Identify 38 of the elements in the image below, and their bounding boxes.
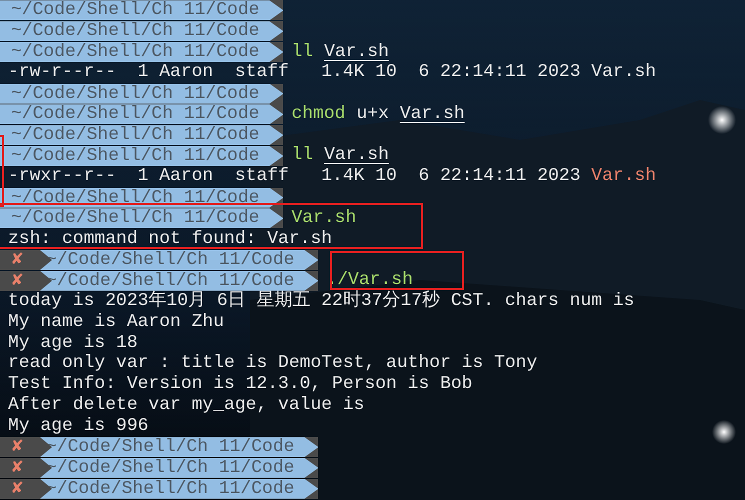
error-mark: ✘ <box>11 458 24 478</box>
prompt-path: ~/Code/Shell/Ch 11/Code <box>40 437 318 458</box>
file-name: Var.sh <box>591 165 656 188</box>
error-mark: ✘ <box>11 437 24 458</box>
output-text: My age is 18 <box>8 332 138 354</box>
output-text: -rw-r--r-- 1 Aaron staff 1.4K 10 6 22:14:11 2023 Var.sh <box>8 61 656 84</box>
error-mark: ✘ <box>11 270 24 291</box>
output-text: After delete var my_age, value is <box>8 394 364 417</box>
prompt-path: ~/Code/Shell/Ch 11/Code <box>40 270 318 291</box>
output-text: zsh: command not found: Var.sh <box>8 228 332 251</box>
output-text: today is 2023年10月 6日 星期五 22时37分17秒 CST. chars num is <box>8 289 634 313</box>
file-name: Var.sh <box>324 40 389 64</box>
command-text: u+x <box>356 102 389 126</box>
output-text: read only var : title is DemoTest, author is Tony <box>8 352 538 375</box>
prompt-path: ~/Code/Shell/Ch 11/Code <box>0 125 284 146</box>
output-text: Test Info: Version is 12.3.0, Person is Bob <box>8 373 472 396</box>
prompt-path: ~/Code/Shell/Ch 11/Code <box>0 42 284 62</box>
command-name: ll <box>291 144 314 168</box>
output-text: -rwxr--r-- 1 Aaron staff 1.4K 10 6 22:14:11 2023 <box>8 165 582 188</box>
prompt-path: ~/Code/Shell/Ch 11/Code <box>0 208 284 228</box>
prompt-path: ~/Code/Shell/Ch 11/Code <box>0 84 284 104</box>
prompt-path: ~/Code/Shell/Ch 11/Code <box>40 250 318 270</box>
error-mark: ✘ <box>11 250 24 270</box>
prompt-path: ~/Code/Shell/Ch 11/Code <box>40 478 318 499</box>
error-mark: ✘ <box>11 478 24 499</box>
file-name: Var.sh <box>400 102 465 126</box>
file-name: Var.sh <box>324 144 389 168</box>
command-name: ./Var.sh <box>326 269 413 290</box>
output-text: My name is Aaron Zhu <box>8 310 224 334</box>
prompt-path: ~/Code/Shell/Ch 11/Code <box>0 146 284 166</box>
prompt-path: ~/Code/Shell/Ch 11/Code <box>0 0 284 20</box>
command-name: Var.sh <box>291 206 356 230</box>
command-name: chmod <box>291 102 346 126</box>
prompt-path: ~/Code/Shell/Ch 11/Code <box>0 104 284 124</box>
command-name: ll <box>291 40 314 64</box>
prompt-path: ~/Code/Shell/Ch 11/Code <box>0 21 284 42</box>
prompt-path: ~/Code/Shell/Ch 11/Code <box>40 458 318 478</box>
output-text: My age is 996 <box>8 414 148 438</box>
